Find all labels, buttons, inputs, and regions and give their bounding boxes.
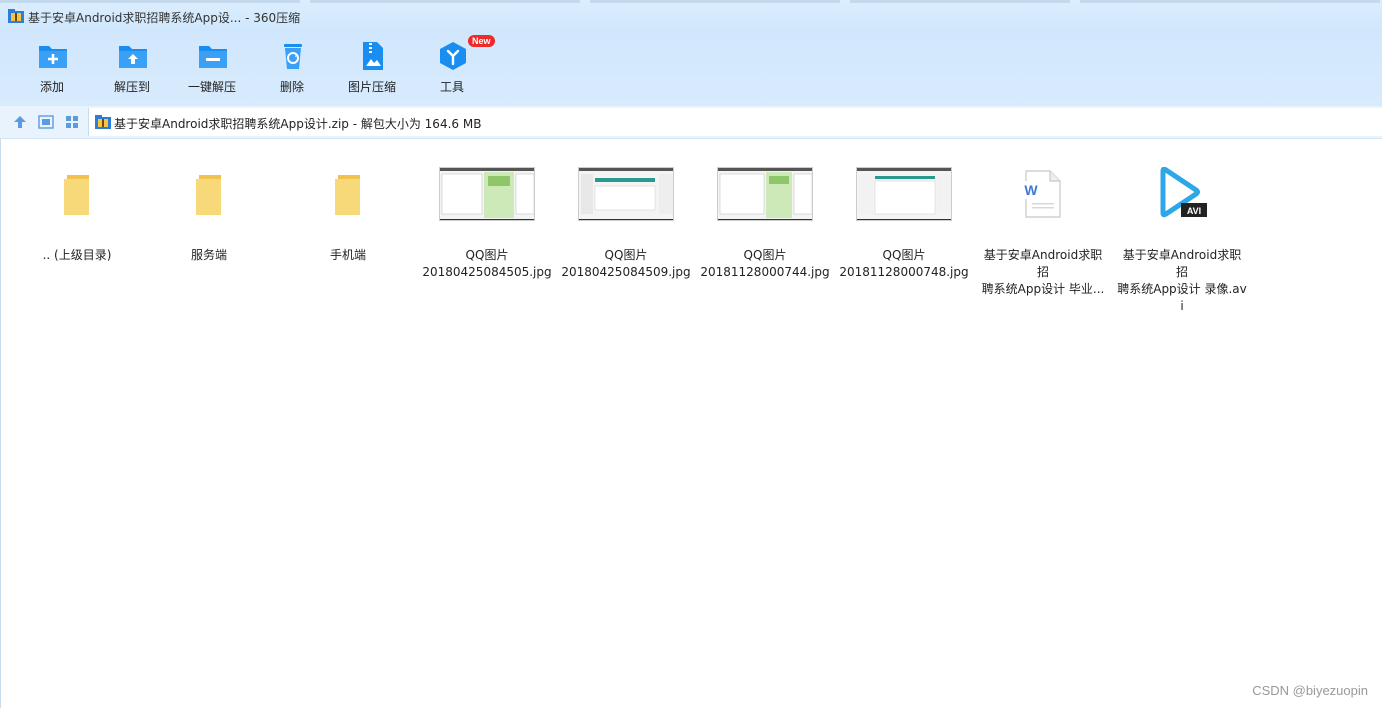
window-title: 基于安卓Android求职招聘系统App设... - 360压缩 — [28, 11, 301, 25]
tools-button[interactable]: New 工具 — [416, 35, 495, 100]
tools-icon — [440, 42, 466, 70]
path-field[interactable]: 基于安卓Android求职招聘系统App设计.zip - 解包大小为 164.6… — [88, 108, 1382, 136]
up-arrow-icon[interactable] — [12, 114, 28, 130]
folder-icon — [196, 175, 221, 215]
file-item-image-4[interactable]: QQ图片 20181128000748.jpg — [839, 161, 969, 291]
add-label: 添加 — [39, 80, 64, 94]
title-bar: 基于安卓Android求职招聘系统App设... - 360压缩 — [0, 0, 1382, 32]
tab-strip-segment — [1080, 0, 1380, 3]
file-name: 服务端 — [190, 248, 227, 262]
zip-file-icon — [95, 115, 111, 129]
thumbnail — [283, 161, 413, 236]
file-name: QQ图片 20180425084509.jpg — [561, 248, 691, 279]
thumbnail: W — [978, 161, 1108, 236]
thumbnail — [561, 161, 691, 236]
file-item-avi-video[interactable]: AVI 基于安卓Android求职招 聘系统App设计 录像.avi — [1117, 161, 1247, 313]
file-name: .. (上级目录) — [42, 248, 112, 262]
thumbnail — [422, 161, 552, 236]
thumbnail — [700, 161, 830, 236]
one-click-extract-icon — [199, 46, 227, 68]
file-name: QQ图片 20181128000744.jpg — [700, 248, 830, 279]
address-bar: 基于安卓Android求职招聘系统App设计.zip - 解包大小为 164.6… — [0, 106, 1382, 139]
add-folder-icon — [39, 46, 67, 68]
extract-to-icon — [119, 46, 147, 68]
zip-app-icon — [8, 9, 24, 23]
thumbnail: AVI — [1117, 161, 1247, 236]
thumbnail — [144, 161, 274, 236]
recycle-bin-icon — [284, 44, 302, 69]
screenshot-thumbnail — [717, 167, 813, 221]
tab-strip-segment — [0, 0, 300, 3]
file-item-image-2[interactable]: QQ图片 20180425084509.jpg — [561, 161, 691, 291]
tab-strip-segment — [310, 0, 580, 3]
file-name: QQ图片 20180425084505.jpg — [422, 248, 552, 279]
delete-label: 删除 — [279, 80, 304, 94]
grid-view-icon[interactable] — [64, 114, 80, 130]
tab-strip-segment — [590, 0, 840, 3]
file-name: 手机端 — [329, 248, 366, 262]
folder-icon — [64, 175, 89, 215]
file-item-server-folder[interactable]: 服务端 — [144, 161, 274, 291]
image-compress-icon — [363, 42, 383, 70]
avi-badge: AVI — [1186, 206, 1202, 216]
csdn-watermark: CSDN @biyezuopin — [1252, 683, 1368, 698]
svg-text:W: W — [1024, 182, 1038, 198]
archive-path: 基于安卓Android求职招聘系统App设计.zip - 解包大小为 164.6… — [114, 117, 482, 131]
file-item-image-1[interactable]: QQ图片 20180425084505.jpg — [422, 161, 552, 291]
image-compress-label: 图片压缩 — [347, 80, 396, 94]
file-list: .. (上级目录) 服务端 手机端 QQ图片 20180425084505.jp… — [0, 139, 1382, 708]
file-name: 基于安卓Android求职招 聘系统App设计 毕业... — [981, 248, 1105, 296]
file-item-mobile-folder[interactable]: 手机端 — [283, 161, 413, 291]
new-badge: New — [468, 35, 495, 47]
tab-strip-segment — [850, 0, 1070, 3]
add-button[interactable]: 添加 — [16, 38, 88, 100]
folder-icon — [335, 175, 360, 215]
delete-button[interactable]: 删除 — [256, 38, 328, 100]
file-name: 基于安卓Android求职招 聘系统App设计 录像.avi — [1117, 248, 1247, 313]
file-item-image-3[interactable]: QQ图片 20181128000744.jpg — [700, 161, 830, 291]
image-compress-button[interactable]: 图片压缩 — [336, 38, 408, 100]
screenshot-thumbnail — [439, 167, 535, 221]
screenshot-thumbnail — [578, 167, 674, 221]
toolbar: 添加 解压到 一键解压 删除 图片压缩 New 工具 — [0, 32, 1382, 106]
thumbnail — [12, 161, 142, 236]
file-name: QQ图片 20181128000748.jpg — [839, 248, 969, 279]
one-click-extract-button[interactable]: 一键解压 — [176, 38, 248, 100]
file-item-parent-folder[interactable]: .. (上级目录) — [12, 161, 142, 291]
extract-to-button[interactable]: 解压到 — [96, 38, 168, 100]
tools-label: 工具 — [439, 80, 464, 94]
file-item-word-doc[interactable]: W 基于安卓Android求职招 聘系统App设计 毕业... — [978, 161, 1108, 296]
detail-view-icon[interactable] — [38, 114, 54, 130]
word-document-icon: W — [1022, 170, 1061, 218]
thumbnail — [839, 161, 969, 236]
extract-to-label: 解压到 — [113, 80, 150, 94]
one-click-extract-label: 一键解压 — [187, 80, 236, 94]
screenshot-thumbnail — [856, 167, 952, 221]
